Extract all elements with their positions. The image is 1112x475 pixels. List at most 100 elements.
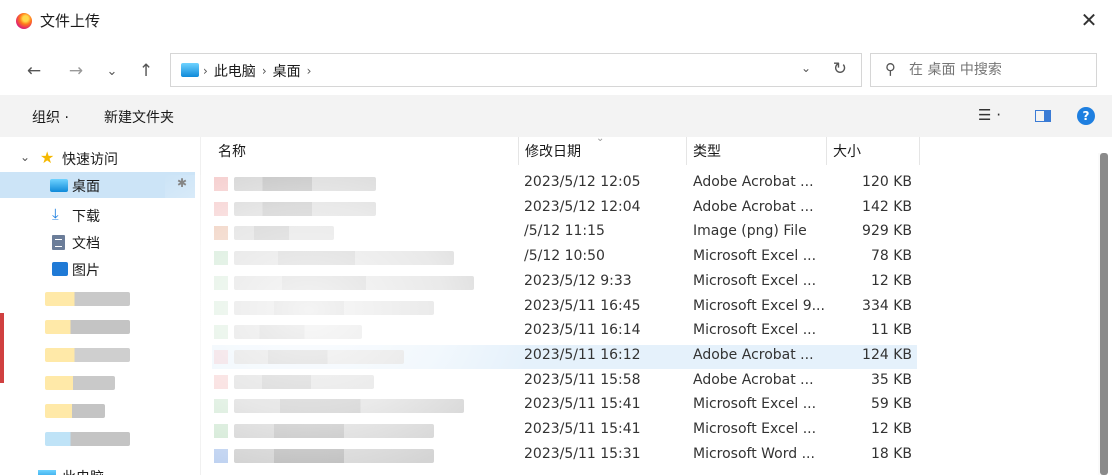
address-bar[interactable]: › 此电脑 › 桌面 › ⌄ ↻ bbox=[170, 53, 862, 87]
column-header-date[interactable]: 修改日期 bbox=[525, 141, 581, 161]
organize-menu-button[interactable]: 组织 · bbox=[32, 107, 69, 127]
file-row[interactable]: 2023/5/11 15:58 Adobe Acrobat ... 35 KB bbox=[212, 370, 917, 394]
new-folder-button[interactable]: 新建文件夹 bbox=[104, 107, 174, 127]
sidebar-item-label: 桌面 bbox=[72, 179, 100, 195]
file-type-icon bbox=[214, 251, 228, 266]
file-type: Microsoft Excel ... bbox=[693, 248, 817, 265]
file-row[interactable]: 2023/5/11 15:31 Microsoft Word ... 18 KB bbox=[212, 444, 917, 468]
chevron-down-icon[interactable]: ⌄ bbox=[20, 150, 30, 164]
sidebar-item-label: 下载 bbox=[72, 209, 100, 225]
file-row[interactable]: 2023/5/12 12:05 Adobe Acrobat ... 120 KB bbox=[212, 172, 917, 196]
sidebar-item-documents[interactable]: 文档 bbox=[0, 229, 195, 255]
column-divider[interactable] bbox=[686, 137, 687, 165]
breadcrumb-separator: › bbox=[203, 64, 208, 78]
vertical-scrollbar[interactable] bbox=[1098, 153, 1108, 475]
column-header-type[interactable]: 类型 bbox=[693, 141, 721, 161]
desktop-icon bbox=[50, 179, 68, 192]
redacted-folder-item[interactable] bbox=[45, 376, 115, 390]
redacted-folder-item[interactable] bbox=[45, 432, 130, 446]
file-date: /5/12 11:15 bbox=[524, 223, 605, 240]
redacted-file-name bbox=[234, 177, 376, 191]
sidebar-item-pictures[interactable]: 图片 bbox=[0, 256, 195, 276]
file-row[interactable]: /5/12 10:50 Microsoft Excel ... 78 KB bbox=[212, 246, 917, 270]
file-row[interactable]: 2023/5/11 16:12 Adobe Acrobat ... 124 KB bbox=[212, 344, 917, 369]
breadcrumb: › 此电脑 › 桌面 › bbox=[203, 61, 311, 81]
file-size: 142 KB bbox=[862, 198, 912, 215]
recent-locations-button[interactable]: ⌄ bbox=[100, 59, 124, 83]
file-row[interactable]: 2023/5/11 15:41 Microsoft Excel ... 59 KB bbox=[212, 394, 917, 418]
column-header-name[interactable]: 名称 bbox=[218, 141, 246, 161]
file-date: 2023/5/11 15:41 bbox=[524, 421, 641, 437]
pane-divider[interactable] bbox=[200, 137, 201, 475]
redacted-folder-item[interactable] bbox=[45, 404, 105, 418]
file-row[interactable]: 2023/5/11 16:45 Microsoft Excel 9... 334 K… bbox=[212, 296, 917, 320]
file-row[interactable]: 2023/5/11 15:41 Microsoft Excel ... 12 KB bbox=[212, 419, 917, 443]
column-divider[interactable] bbox=[518, 137, 519, 165]
sidebar-item-desktop[interactable]: 桌面 ✱ bbox=[0, 172, 195, 198]
file-date: 2023/5/12 9:33 bbox=[524, 272, 632, 289]
back-button[interactable]: ← bbox=[22, 59, 46, 83]
sidebar-item-this-pc[interactable]: 此电脑 bbox=[0, 463, 195, 475]
star-icon: ★ bbox=[40, 148, 55, 167]
desktop-folder-icon bbox=[181, 63, 199, 77]
scrollbar-thumb[interactable] bbox=[1100, 153, 1108, 475]
file-type: Microsoft Excel ... bbox=[693, 322, 817, 339]
file-type: Microsoft Word ... bbox=[693, 445, 815, 462]
redacted-file-name bbox=[234, 424, 434, 438]
column-divider[interactable] bbox=[919, 137, 920, 165]
redacted-folder-item[interactable] bbox=[45, 348, 130, 362]
pin-icon[interactable]: ✱ bbox=[177, 176, 187, 190]
up-button[interactable]: ↑ bbox=[134, 59, 158, 83]
computer-icon bbox=[38, 470, 56, 475]
preview-pane-icon[interactable] bbox=[1035, 110, 1051, 122]
sidebar-item-downloads[interactable]: ⤓ 下载 bbox=[0, 202, 195, 228]
download-icon: ⤓ bbox=[52, 205, 59, 223]
file-row[interactable]: 2023/5/12 9:33 Microsoft Excel ... 12 KB bbox=[212, 271, 917, 295]
file-date: 2023/5/11 16:12 bbox=[524, 346, 641, 363]
refresh-button[interactable]: ↻ bbox=[833, 59, 847, 79]
file-date: /5/12 10:50 bbox=[524, 248, 605, 265]
sidebar-item-quick-access[interactable]: ⌄ ★ 快速访问 bbox=[0, 145, 195, 171]
file-size: 334 KB bbox=[862, 297, 912, 314]
view-options-button[interactable]: ☰ · bbox=[978, 106, 1001, 124]
file-date: 2023/5/12 12:04 bbox=[524, 198, 641, 215]
file-type-icon bbox=[214, 399, 228, 414]
file-type-icon bbox=[214, 226, 228, 241]
window-title: 文件上传 bbox=[40, 12, 101, 30]
file-date: 2023/5/12 12:05 bbox=[524, 174, 641, 190]
redacted-file-name bbox=[234, 374, 374, 389]
redacted-file-name bbox=[234, 251, 454, 266]
sidebar-item-label: 图片 bbox=[72, 263, 100, 276]
pictures-icon bbox=[52, 262, 68, 276]
file-date: 2023/5/11 16:45 bbox=[524, 297, 641, 314]
address-dropdown-button[interactable]: ⌄ bbox=[801, 61, 811, 75]
search-box[interactable]: ⚲ bbox=[870, 53, 1097, 87]
file-size: 59 KB bbox=[870, 396, 912, 413]
redacted-folder-item[interactable] bbox=[45, 320, 130, 334]
sort-caret-icon: ⌄ bbox=[596, 133, 605, 144]
close-button[interactable]: ✕ bbox=[1066, 0, 1112, 40]
file-type-icon bbox=[214, 275, 228, 290]
column-header-size[interactable]: 大小 bbox=[833, 141, 861, 161]
file-row[interactable]: /5/12 11:15 Image (png) File 929 KB bbox=[212, 221, 917, 245]
redacted-file-name bbox=[234, 300, 434, 315]
file-row[interactable]: 2023/5/11 16:14 Microsoft Excel ... 11 KB bbox=[212, 320, 917, 344]
redacted-folder-item[interactable] bbox=[45, 292, 130, 306]
redacted-file-name bbox=[234, 349, 404, 364]
breadcrumb-this-pc[interactable]: 此电脑 bbox=[214, 61, 256, 81]
forward-button[interactable]: → bbox=[64, 59, 88, 83]
file-type-icon bbox=[214, 201, 228, 216]
column-divider[interactable] bbox=[826, 137, 827, 165]
file-row[interactable]: 2023/5/12 12:04 Adobe Acrobat ... 142 KB bbox=[212, 197, 917, 221]
document-icon bbox=[52, 235, 65, 250]
search-input[interactable] bbox=[909, 59, 1089, 81]
breadcrumb-separator: › bbox=[261, 64, 267, 78]
sidebar-item-label: 快速访问 bbox=[62, 152, 118, 168]
help-button[interactable]: ? bbox=[1077, 107, 1095, 125]
file-size: 78 KB bbox=[870, 248, 912, 265]
file-type-icon bbox=[214, 349, 228, 364]
breadcrumb-desktop[interactable]: 桌面 bbox=[273, 61, 301, 81]
file-type-icon bbox=[214, 325, 228, 340]
file-type: Adobe Acrobat ... bbox=[693, 371, 814, 388]
file-size: 12 KB bbox=[870, 272, 912, 289]
